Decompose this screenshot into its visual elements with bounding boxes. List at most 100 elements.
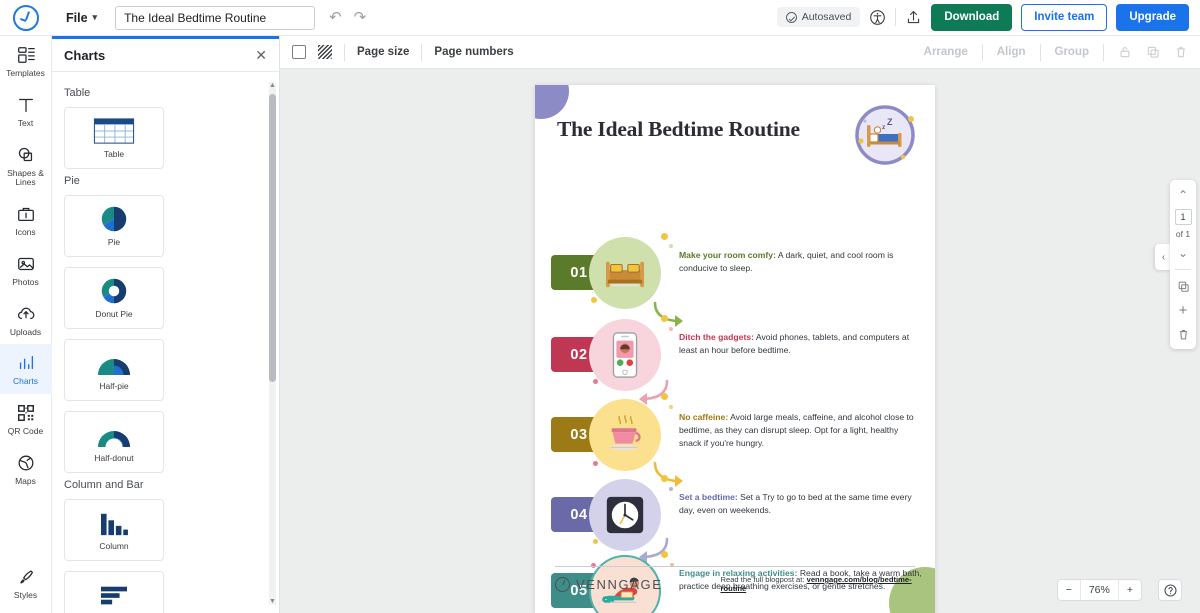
sidebar-item-templates[interactable]: Templates (0, 36, 52, 86)
page-numbers-button[interactable]: Page numbers (434, 46, 513, 58)
uploads-icon (17, 307, 34, 319)
chart-card-label: Column (99, 541, 129, 551)
upgrade-button[interactable]: Upgrade (1116, 4, 1189, 31)
decorative-dot (661, 551, 668, 558)
background-color-button[interactable] (292, 45, 306, 59)
document-title-input[interactable] (115, 5, 316, 30)
step-text: Make your room comfy: A dark, quiet, and… (679, 249, 923, 275)
coffee-cup-icon (609, 415, 641, 451)
toolbar-divider (1039, 43, 1041, 61)
decorative-dot (593, 461, 598, 466)
scroll-up-icon[interactable]: ▲ (269, 82, 276, 89)
decorative-dot (591, 297, 597, 303)
clock-icon (606, 496, 644, 534)
align-button[interactable]: Align (997, 46, 1026, 58)
step-heading: Set a bedtime: (679, 492, 738, 502)
undo-button[interactable]: ↶ (329, 10, 342, 25)
bar-glyph-icon (97, 581, 131, 609)
sidebar-item-styles[interactable]: Styles (0, 558, 52, 613)
smartphone-icon (612, 332, 638, 378)
chart-card-pie[interactable]: Pie (64, 195, 164, 257)
page-down-button[interactable]: ⌄ (1173, 243, 1193, 263)
group-label-table: Table (64, 87, 91, 99)
scrollbar-thumb[interactable] (269, 94, 276, 382)
decorative-dot (593, 379, 598, 384)
lock-icon[interactable] (1118, 45, 1132, 59)
current-page-number[interactable]: 1 (1174, 209, 1192, 225)
scroll-down-icon[interactable]: ▼ (269, 598, 276, 605)
shapes-icon (18, 147, 32, 161)
step-heading: Ditch the gadgets: (679, 332, 754, 342)
group-button[interactable]: Group (1055, 46, 1090, 58)
design-page[interactable]: The Ideal Bedtime Routine Z z 01 Make yo… (535, 85, 935, 613)
chart-card-table[interactable]: Table (64, 107, 164, 169)
sidebar-item-label: Icons (15, 227, 36, 238)
delete-page-icon[interactable] (1173, 324, 1193, 344)
chart-grid-pie: Pie Donut Pie Half-pie Half-donut (64, 195, 267, 473)
download-button[interactable]: Download (931, 4, 1013, 31)
page-size-button[interactable]: Page size (357, 46, 409, 58)
page-footer: VENNGAGE Read the full blogpost at: venn… (555, 573, 915, 595)
zoom-out-button[interactable]: − (1058, 580, 1080, 600)
clock-logo-icon (13, 4, 39, 31)
sidebar-item-qr-code[interactable]: QR Code (0, 394, 52, 444)
chart-card-donut-pie[interactable]: Donut Pie (64, 267, 164, 329)
arrange-button[interactable]: Arrange (924, 46, 968, 58)
step-text: Ditch the gadgets: Avoid phones, tablets… (679, 331, 923, 357)
step-heading: Make your room comfy: (679, 250, 776, 260)
templates-icon (17, 47, 35, 63)
chart-card-label: Half-pie (99, 381, 129, 391)
chart-card-column[interactable]: Column (64, 499, 164, 561)
file-menu-button[interactable]: File ▾ (60, 8, 103, 28)
chart-card-bar[interactable]: Bar (64, 571, 164, 613)
step-item: 01 Make your room comfy: A dark, quiet, … (551, 231, 923, 315)
pie-glyph-icon (99, 205, 129, 233)
chart-card-label: Donut Pie (95, 309, 133, 319)
help-button[interactable] (1158, 579, 1182, 601)
zoom-in-button[interactable]: + (1119, 580, 1141, 600)
sidebar-item-maps[interactable]: Maps (0, 444, 52, 494)
chart-grid-table: Table (64, 107, 267, 169)
duplicate-page-icon[interactable] (1173, 276, 1193, 296)
toolbar-divider (981, 43, 983, 61)
trash-icon[interactable] (1174, 45, 1188, 59)
redo-button[interactable]: ↷ (354, 10, 367, 25)
share-button[interactable] (905, 9, 922, 26)
canvas-area[interactable]: The Ideal Bedtime Routine Z z 01 Make yo… (280, 69, 1200, 613)
close-icon[interactable]: ✕ (255, 48, 267, 62)
sidebar-item-icons[interactable]: Icons (0, 195, 52, 245)
sidebar-item-shapes-lines[interactable]: Shapes & Lines (0, 136, 52, 196)
invite-team-button[interactable]: Invite team (1021, 4, 1108, 31)
zoom-controls: − 76% + (1056, 579, 1142, 601)
page-up-button[interactable]: ⌃ (1173, 185, 1193, 205)
sidebar-item-label: Shapes & Lines (7, 167, 44, 188)
sidebar-item-uploads[interactable]: Uploads (0, 295, 52, 345)
step-item: 02 Ditch the gadgets: Avoid phones, tabl… (551, 313, 923, 397)
duplicate-icon[interactable] (1146, 45, 1160, 59)
decorative-dot (669, 405, 673, 409)
page-dock: ⌃ 1 of 1 ⌄ + (1170, 180, 1196, 349)
top-bar-actions: Autosaved Download Invite team Upgrade (776, 4, 1200, 31)
app-logo[interactable] (0, 4, 52, 31)
panel-body: Table Table Pie Pie Donut Pie Half-pie H… (52, 72, 279, 613)
sidebar-item-label: Uploads (9, 326, 42, 337)
sidebar-item-text[interactable]: Text (0, 86, 52, 136)
brand-logo: VENNGAGE (555, 576, 663, 592)
chart-card-half-pie[interactable]: Half-pie (64, 339, 164, 401)
step-item: 03 No caffeine: Avoid large meals, caffe… (551, 393, 923, 477)
charts-icon (19, 356, 33, 370)
decorative-dot (669, 244, 673, 248)
icons-icon (17, 207, 34, 222)
dock-divider (1175, 269, 1191, 270)
step-text: No caffeine: Avoid large meals, caffeine… (679, 411, 923, 450)
sidebar-item-charts[interactable]: Charts (0, 344, 52, 395)
charts-panel: Charts ✕ Table Table Pie Pie Donut Pie H… (52, 36, 280, 613)
add-page-button[interactable]: + (1173, 300, 1193, 320)
sidebar-item-label: Templates (6, 68, 45, 78)
brand-name: VENNGAGE (576, 576, 663, 592)
chart-card-half-donut[interactable]: Half-donut (64, 411, 164, 473)
accessibility-button[interactable] (869, 9, 886, 26)
background-pattern-button[interactable] (318, 45, 332, 59)
panel-scrollbar[interactable]: ▲ ▼ (269, 82, 276, 605)
sidebar-item-photos[interactable]: Photos (0, 245, 52, 295)
